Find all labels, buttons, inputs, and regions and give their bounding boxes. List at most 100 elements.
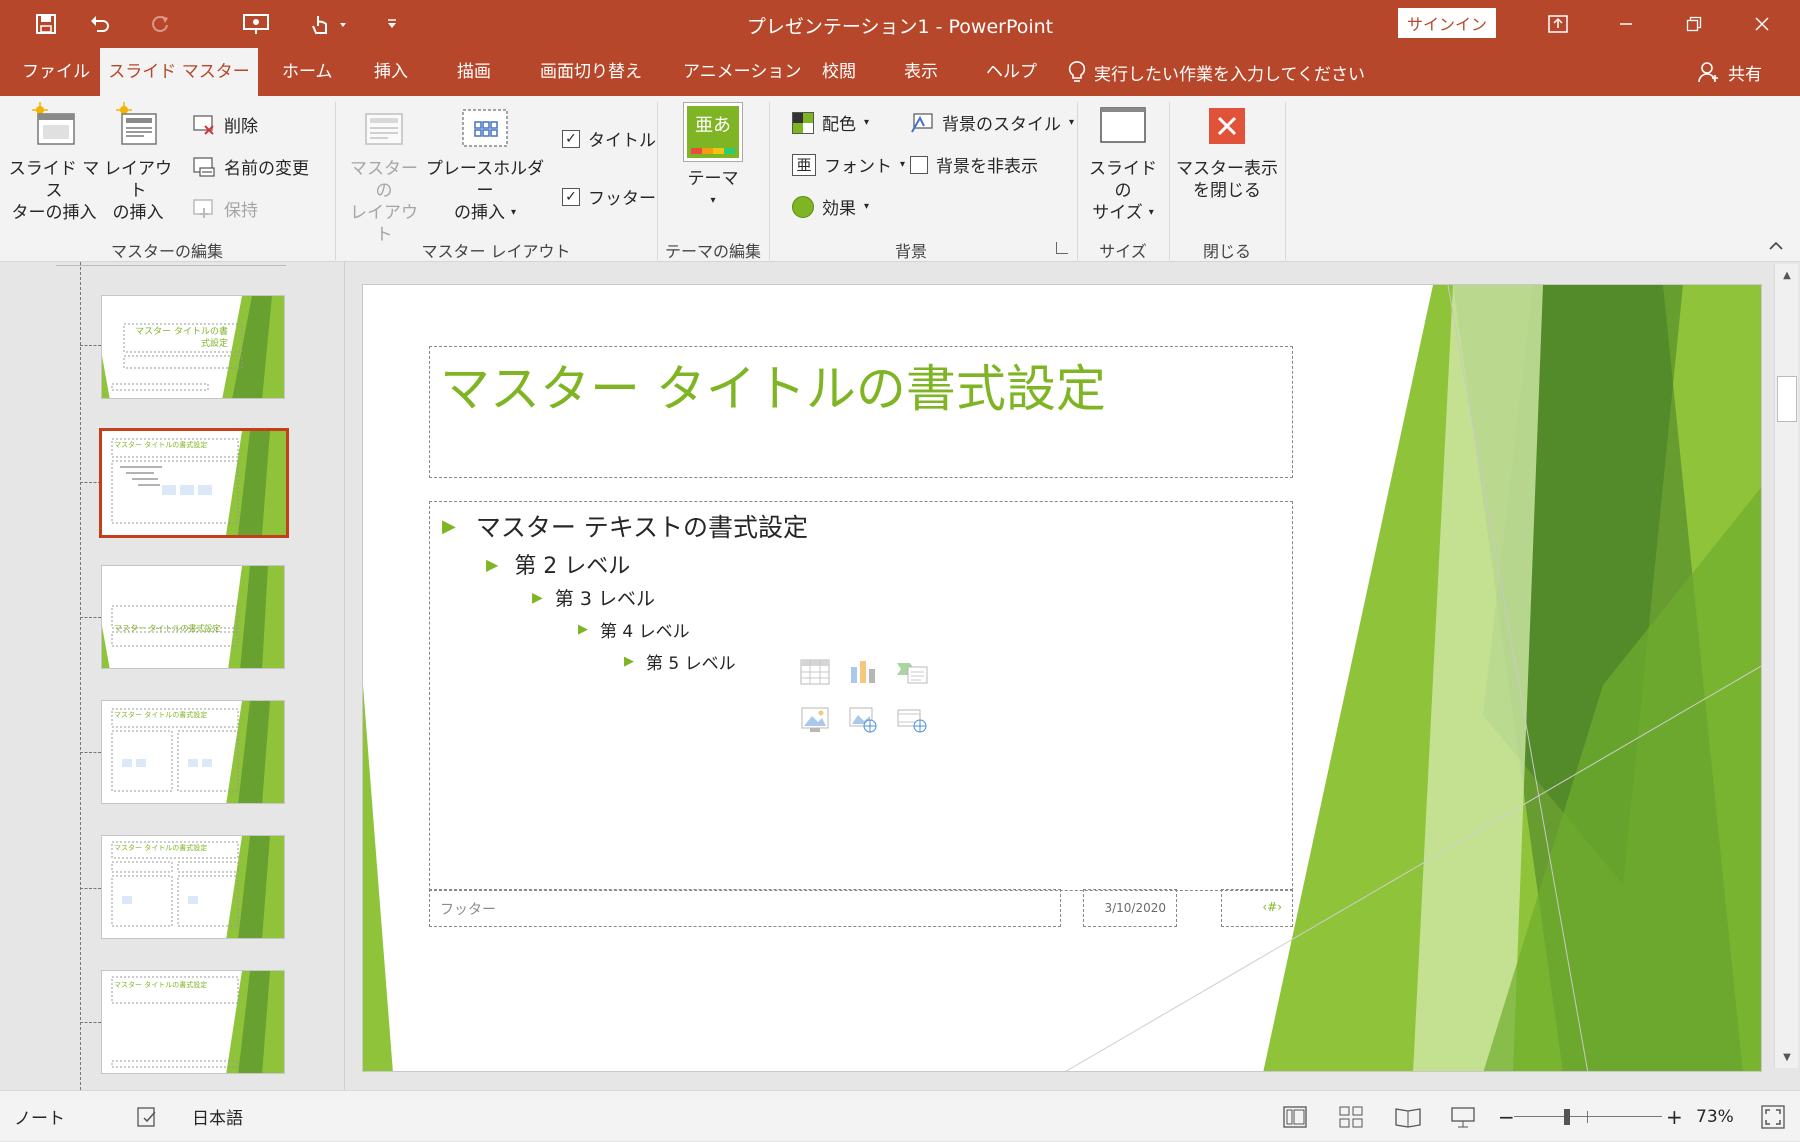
slide-show-icon[interactable] xyxy=(1450,1091,1476,1142)
separator xyxy=(335,102,336,260)
slide-thumbnail-pane[interactable]: マスター タイトルの書式設定 マスター タイトルの書式設定 マスター タイトルの… xyxy=(0,262,345,1090)
rename-label: 名前の変更 xyxy=(224,159,309,179)
layout-thumbnail[interactable]: マスター タイトルの書式設定 xyxy=(101,565,285,669)
master-layout-button[interactable]: マスターの レイアウト xyxy=(344,100,424,246)
slide-size-icon xyxy=(1099,100,1147,152)
delete-label: 削除 xyxy=(224,117,258,137)
tab-help[interactable]: ヘルプ xyxy=(986,48,1037,96)
thumb-title: マスター タイトルの書式設定 xyxy=(114,624,221,633)
tab-transitions[interactable]: 画面切り替え xyxy=(540,48,642,96)
layout-thumbnail-selected[interactable]: マスター タイトルの書式設定 xyxy=(99,428,289,538)
tab-file[interactable]: ファイル xyxy=(22,48,90,96)
hide-background-checkbox[interactable]: 背景を非表示 xyxy=(910,152,1038,177)
layout-thumbnail[interactable]: マスター タイトルの書式設定 xyxy=(101,295,285,399)
preserve-button[interactable]: 保持 xyxy=(192,196,258,221)
redo-icon[interactable] xyxy=(142,6,178,42)
minimize-icon[interactable] xyxy=(1592,0,1660,48)
zoom-out-icon[interactable]: − xyxy=(1498,1091,1515,1142)
tab-review[interactable]: 校閲 xyxy=(822,48,856,96)
dialog-launcher-icon[interactable] xyxy=(1056,242,1068,254)
insert-video-icon[interactable] xyxy=(896,706,928,738)
delete-button[interactable]: 削除 xyxy=(192,112,258,137)
notes-button[interactable]: ノート xyxy=(14,1091,65,1142)
slide-canvas[interactable]: マスター タイトルの書式設定 ▶ マスター テキストの書式設定 ▶ 第 2 レベ… xyxy=(362,284,1762,1072)
insert-layout-button[interactable]: レイアウト の挿入 xyxy=(102,100,174,224)
save-icon[interactable] xyxy=(28,6,64,42)
collapse-ribbon-icon[interactable] xyxy=(1766,238,1786,254)
footer-checkbox[interactable]: ✓ フッター xyxy=(562,184,656,209)
document-title: プレゼンテーション1 - PowerPoint xyxy=(746,16,1054,38)
background-styles-label: 背景のスタイル xyxy=(942,115,1061,135)
themes-button[interactable]: 亜あ テーマ ▾ xyxy=(664,102,762,212)
tab-draw[interactable]: 描画 xyxy=(457,48,491,96)
level-4-text: 第 4 レベル xyxy=(600,622,690,642)
close-master-view-button[interactable]: マスター表示 を閉じる xyxy=(1172,100,1282,202)
insert-placeholder-button[interactable]: プレースホルダー の挿入 ▾ xyxy=(424,100,546,224)
title-placeholder[interactable]: マスター タイトルの書式設定 xyxy=(429,346,1293,478)
undo-icon[interactable] xyxy=(82,6,118,42)
delete-slide-icon xyxy=(193,114,214,135)
footer-placeholder[interactable]: フッター xyxy=(429,889,1061,927)
spell-check-icon[interactable] xyxy=(136,1091,158,1142)
background-styles-button[interactable]: 背景のスタイル ▾ xyxy=(910,110,1074,135)
restore-icon[interactable] xyxy=(1660,0,1728,48)
language-indicator[interactable]: 日本語 xyxy=(192,1091,243,1142)
colors-button[interactable]: 配色 ▾ xyxy=(792,110,869,135)
normal-view-icon[interactable] xyxy=(1282,1091,1308,1142)
ribbon-display-options-icon[interactable] xyxy=(1524,0,1592,48)
zoom-slider[interactable] xyxy=(1514,1091,1662,1142)
bullet-level-5: ▶ 第 5 レベル xyxy=(624,649,736,674)
body-text-placeholder[interactable]: ▶ マスター テキストの書式設定 ▶ 第 2 レベル ▶ 第 3 レベル ▶ 第… xyxy=(429,501,1293,891)
slide-size-button[interactable]: スライドの サイズ ▾ xyxy=(1082,100,1164,224)
master-layout-label-1: マスターの xyxy=(350,159,418,201)
rename-button[interactable]: 名前の変更 xyxy=(192,154,309,179)
touch-mode-icon[interactable] xyxy=(306,6,354,42)
scroll-thumb[interactable] xyxy=(1777,376,1797,422)
bullet-triangle-icon: ▶ xyxy=(578,622,588,637)
share-button[interactable]: 共有 xyxy=(1698,48,1762,96)
effects-button[interactable]: 効果 ▾ xyxy=(792,194,869,219)
layout-thumbnail[interactable]: マスター タイトルの書式設定 xyxy=(101,970,285,1074)
slide-size-label-2: サイズ xyxy=(1092,203,1143,223)
layout-thumbnail[interactable]: マスター タイトルの書式設定 xyxy=(101,835,285,939)
fonts-button[interactable]: 亜 フォント ▾ xyxy=(792,152,905,177)
date-placeholder[interactable]: 3/10/2020 xyxy=(1083,889,1177,927)
tab-insert[interactable]: 挿入 xyxy=(374,48,408,96)
customize-qat-icon[interactable] xyxy=(374,6,410,42)
connector-line xyxy=(80,752,101,753)
insert-smartart-icon[interactable] xyxy=(896,659,928,689)
insert-online-picture-icon[interactable] xyxy=(848,706,878,738)
reading-view-icon[interactable] xyxy=(1394,1091,1422,1142)
title-checkbox[interactable]: ✓ タイトル xyxy=(562,126,656,151)
scroll-down-icon[interactable]: ▼ xyxy=(1775,1046,1799,1068)
signin-button[interactable]: サインイン xyxy=(1398,8,1496,38)
insert-chart-icon[interactable] xyxy=(848,657,878,689)
zoom-in-icon[interactable]: + xyxy=(1666,1091,1683,1142)
tab-animations[interactable]: アニメーション xyxy=(683,48,801,96)
scroll-up-icon[interactable]: ▲ xyxy=(1775,264,1799,286)
zoom-level[interactable]: 73% xyxy=(1696,1091,1734,1142)
layout-thumbnail[interactable]: マスター タイトルの書式設定 xyxy=(101,700,285,804)
slide-master-title: マスター タイトルの書式設定 xyxy=(440,360,1106,418)
tab-home[interactable]: ホーム xyxy=(282,48,333,96)
insert-table-icon[interactable] xyxy=(800,659,830,689)
fit-to-window-icon[interactable] xyxy=(1760,1091,1786,1142)
tab-view[interactable]: 表示 xyxy=(904,48,938,96)
close-window-icon[interactable] xyxy=(1728,0,1796,48)
slide-sorter-icon[interactable] xyxy=(1338,1091,1364,1142)
close-master-label-1: マスター表示 xyxy=(1176,159,1278,179)
insert-picture-icon[interactable] xyxy=(800,706,830,738)
insert-slide-master-button[interactable]: スライド マス ターの挿入 xyxy=(8,100,100,224)
dropdown-arrow-icon: ▾ xyxy=(1069,117,1075,128)
presentation-icon[interactable] xyxy=(238,6,274,42)
slide-number-placeholder[interactable]: ‹#› xyxy=(1221,889,1293,927)
tell-me-box[interactable]: 実行したい作業を入力してください xyxy=(1068,48,1365,96)
tell-me-text: 実行したい作業を入力してください xyxy=(1094,64,1365,85)
zoom-slider-thumb[interactable] xyxy=(1564,1108,1570,1125)
vertical-scrollbar[interactable]: ▲ ▼ xyxy=(1774,264,1798,1068)
fonts-icon: 亜 xyxy=(792,153,816,176)
slide-editing-area[interactable]: マスター タイトルの書式設定 ▶ マスター テキストの書式設定 ▶ 第 2 レベ… xyxy=(346,262,1766,1090)
date-text: 3/10/2020 xyxy=(1104,901,1166,915)
status-bar: ノート 日本語 − + 73% xyxy=(0,1090,1800,1141)
tab-slide-master[interactable]: スライド マスター xyxy=(100,48,258,96)
